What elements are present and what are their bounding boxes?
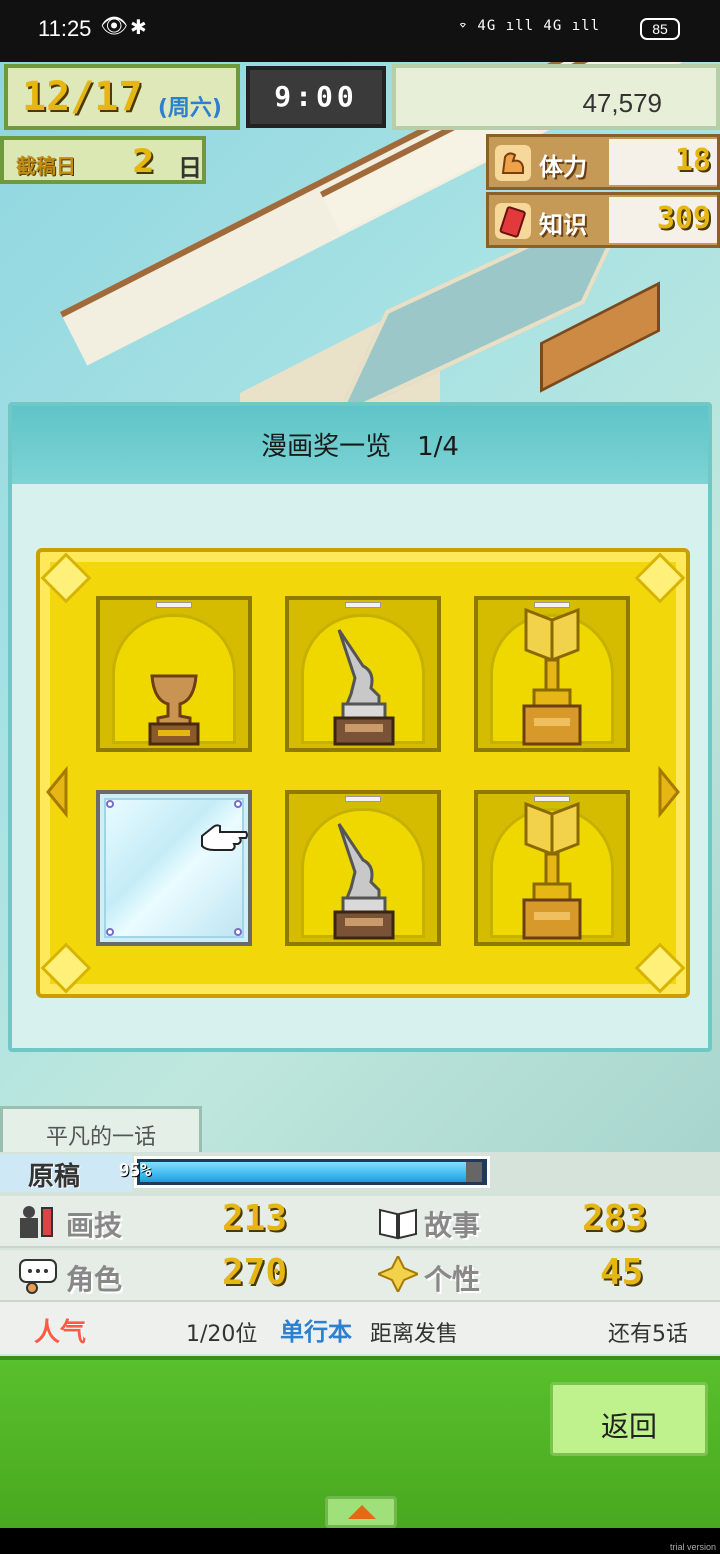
stamina-panel: 体力 18 <box>486 134 720 190</box>
award-slot-empty[interactable] <box>96 790 252 946</box>
stat-row: 画技 213 故事 283 <box>0 1196 720 1248</box>
status-time: 11:25 <box>38 16 92 41</box>
status-bar: 11:25 👁 ✱ ⌔ 4G ıll 4G ıll 85 <box>0 0 720 62</box>
bluetooth-icon: ✱ <box>130 15 147 39</box>
knowledge-value-box: 309 <box>609 197 717 243</box>
clock: 9:00 <box>246 66 386 128</box>
money-value: 47,579 <box>582 88 662 118</box>
manga-title-tab[interactable]: 平凡的一话 <box>0 1106 202 1154</box>
character-speech-icon <box>19 1259 57 1294</box>
stat-label-character: 角色 <box>66 1263 123 1296</box>
back-button[interactable]: 返回 <box>550 1382 708 1456</box>
gold-book-trophy-icon <box>522 607 582 746</box>
popularity-label: 人气 <box>34 1318 87 1348</box>
up-arrow-icon <box>348 1505 376 1519</box>
popularity-row: 人气 1/20位 单行本 距离发售 还有5话 <box>0 1302 720 1354</box>
dialog-title: 漫画奖一览 1/4 <box>261 432 459 462</box>
episodes-remaining: 还有5话 <box>608 1322 688 1347</box>
back-button-label: 返回 <box>600 1410 657 1443</box>
award-slot[interactable] <box>96 596 252 752</box>
stamina-label: 体力 <box>539 153 587 181</box>
pointing-hand-cursor-icon <box>201 824 248 851</box>
prev-page-arrow[interactable] <box>44 762 70 822</box>
painter-icon <box>20 1206 53 1238</box>
knowledge-label: 知识 <box>539 211 587 239</box>
frame-corner <box>634 552 686 604</box>
book-icon <box>495 203 531 239</box>
popularity-rank: 1/20位 <box>186 1322 258 1347</box>
award-slot[interactable] <box>285 596 441 752</box>
frame-corner <box>40 942 92 994</box>
eye-icon: 👁 <box>100 14 128 39</box>
award-slot[interactable] <box>285 790 441 946</box>
silver-pen-trophy-icon <box>333 629 395 746</box>
signal-icon: ⌔ 4G ıll 4G ıll <box>458 18 600 34</box>
next-page-arrow[interactable] <box>656 762 682 822</box>
stat-value-skill: 213 <box>222 1198 288 1239</box>
progress-end-cap <box>466 1162 482 1182</box>
award-slot[interactable] <box>474 790 630 946</box>
open-book-icon <box>379 1208 417 1240</box>
date-text: 12/17 <box>22 74 143 120</box>
stat-value-personality: 45 <box>600 1252 644 1293</box>
knowledge-panel: 知识 309 <box>486 192 720 248</box>
deadline-label: 截稿日 <box>16 154 76 178</box>
frame-corner <box>40 552 92 604</box>
stamina-value: 18 <box>674 143 711 178</box>
money-panel: 47,579 <box>392 64 720 130</box>
tankobon-label: 单行本 <box>280 1318 352 1346</box>
empty-slot-glass <box>104 798 244 938</box>
dialog-header: 漫画奖一览 1/4 <box>12 406 708 484</box>
stamina-arm-icon <box>495 145 531 181</box>
sparkle-icon <box>378 1256 418 1292</box>
deadline-days: 2 <box>132 142 155 180</box>
stat-label-story: 故事 <box>424 1209 481 1242</box>
battery-indicator: 85 <box>640 18 680 40</box>
weekday-text: (周六) <box>157 96 222 121</box>
manga-title: 平凡的一话 <box>45 1125 156 1150</box>
stamina-value-box: 18 <box>609 139 717 185</box>
gold-book-trophy-icon <box>522 801 582 940</box>
stat-label-personality: 个性 <box>424 1263 481 1296</box>
bronze-cup-trophy-icon <box>148 674 200 746</box>
watermark: trial version <box>669 1542 716 1552</box>
stat-label-skill: 画技 <box>66 1209 123 1242</box>
progress-text: 95% <box>118 1160 152 1181</box>
system-nav-bar <box>0 1528 720 1554</box>
stat-value-character: 270 <box>222 1252 288 1293</box>
knowledge-value: 309 <box>656 201 711 236</box>
stat-row: 角色 270 个性 45 <box>0 1250 720 1302</box>
date-panel: 12/17 (周六) <box>4 64 240 130</box>
frame-corner <box>634 942 686 994</box>
stat-value-story: 283 <box>582 1198 648 1239</box>
release-label: 距离发售 <box>370 1322 459 1347</box>
deadline-unit: 日 <box>178 154 202 182</box>
deadline-panel: 截稿日 2 日 <box>0 136 206 184</box>
silver-pen-trophy-icon <box>333 823 395 940</box>
award-slot[interactable] <box>474 596 630 752</box>
expand-menu-button[interactable] <box>325 1496 397 1528</box>
